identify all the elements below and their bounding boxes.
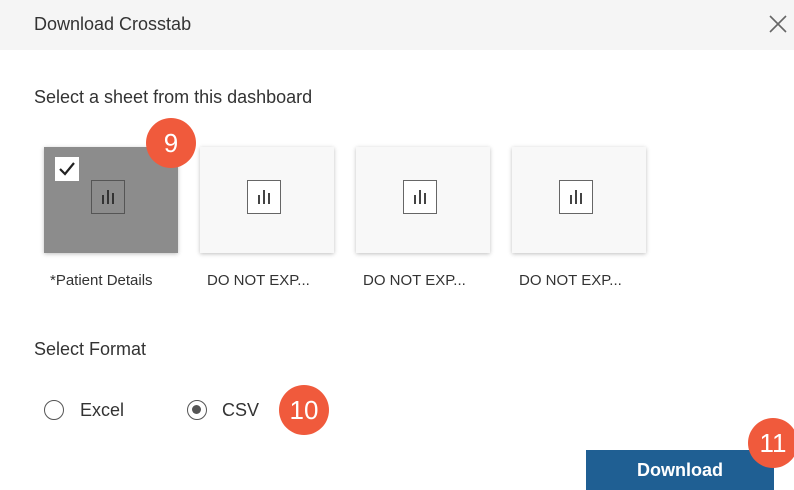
- sheet-tile-2[interactable]: [200, 147, 334, 253]
- bar-chart-icon: [559, 180, 593, 214]
- sheet-label-3: DO NOT EXP...: [363, 272, 466, 289]
- sheet-section-label: Select a sheet from this dashboard: [34, 87, 313, 107]
- step-badge-10: 10: [279, 385, 329, 435]
- radio-selected-dot: [192, 405, 201, 414]
- bar-chart-icon: [403, 180, 437, 214]
- sheet-label-patient-details: *Patient Details: [50, 272, 153, 289]
- bar-chart-icon: [247, 180, 281, 214]
- step-badge-11: 11: [748, 418, 794, 468]
- dialog-header: Download Crosstab: [0, 0, 794, 50]
- excel-radio[interactable]: [44, 400, 64, 420]
- checkmark-icon: [55, 157, 79, 181]
- format-section-label: Select Format: [34, 339, 147, 359]
- dialog-title: Download Crosstab: [34, 14, 192, 34]
- sheet-tile-4[interactable]: [512, 147, 646, 253]
- download-button[interactable]: Download: [586, 450, 774, 490]
- sheet-label-2: DO NOT EXP...: [207, 272, 310, 289]
- csv-radio[interactable]: [187, 400, 207, 420]
- csv-radio-label[interactable]: CSV: [222, 400, 259, 421]
- sheet-tile-3[interactable]: [356, 147, 490, 253]
- step-badge-9: 9: [146, 118, 196, 168]
- excel-radio-label[interactable]: Excel: [80, 400, 124, 421]
- sheet-label-4: DO NOT EXP...: [519, 272, 622, 289]
- bar-chart-icon: [91, 180, 125, 214]
- close-icon[interactable]: [764, 10, 792, 38]
